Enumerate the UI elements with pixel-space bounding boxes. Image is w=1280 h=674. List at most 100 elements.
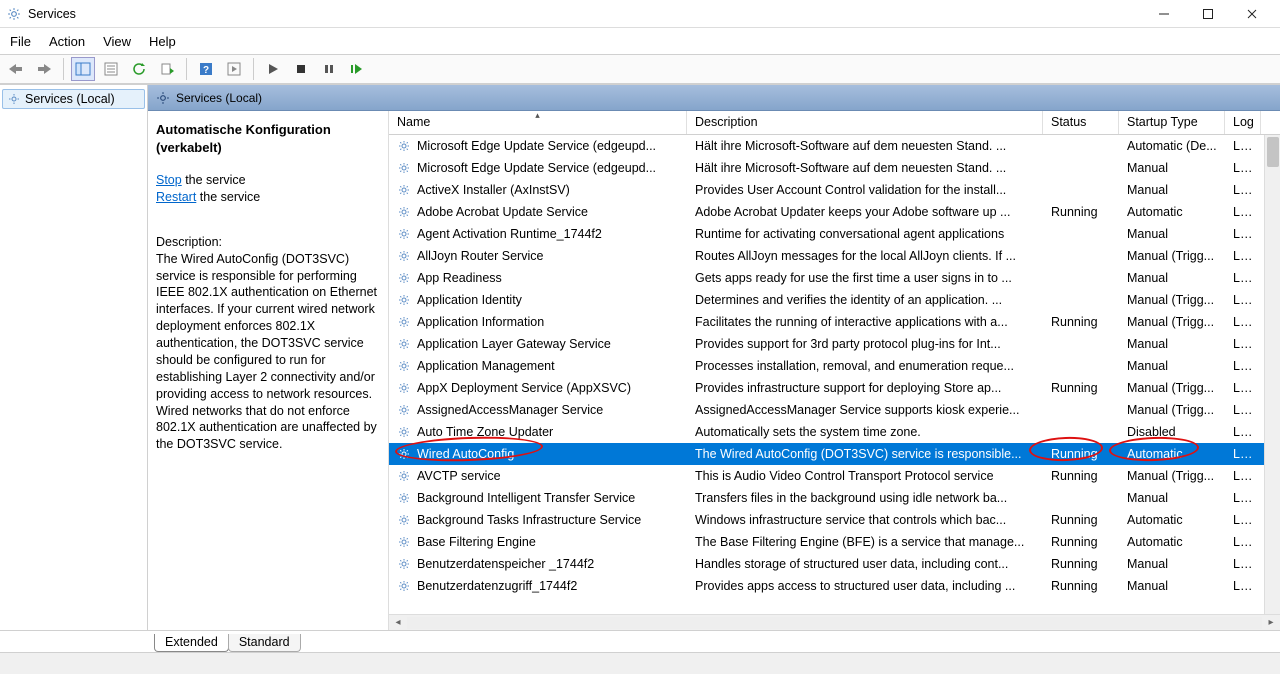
table-row[interactable]: AssignedAccessManager ServiceAssignedAcc… [389,399,1264,421]
table-row[interactable]: Adobe Acrobat Update ServiceAdobe Acroba… [389,201,1264,223]
nav-forward-button[interactable] [32,57,56,81]
table-row[interactable]: Background Intelligent Transfer Service T… [389,487,1264,509]
play-button[interactable] [261,57,285,81]
service-startup-type: Manual [1119,491,1225,505]
service-description: Provides support for 3rd party protocol … [687,337,1043,351]
service-name: Benutzerdatenzugriff_1744f2 [417,579,577,593]
table-row[interactable]: AllJoyn Router ServiceRoutes AllJoyn mes… [389,245,1264,267]
gear-icon [397,425,411,439]
col-description[interactable]: Description [687,111,1043,134]
properties-button[interactable] [99,57,123,81]
service-name: AppX Deployment Service (AppXSVC) [417,381,631,395]
tree-services-local[interactable]: Services (Local) [2,89,145,109]
gear-icon [397,337,411,351]
restart-link[interactable]: Restart [156,190,196,204]
service-logon: Loc [1225,491,1261,505]
titlebar: Services [0,0,1280,28]
service-description: Transfers files in the background using … [687,491,1043,505]
service-status: Running [1043,315,1119,329]
gear-icon [397,271,411,285]
service-description: Handles storage of structured user data,… [687,557,1043,571]
stop-button[interactable] [289,57,313,81]
service-status: Running [1043,579,1119,593]
toolbar-generic-button[interactable] [222,57,246,81]
stop-suffix: the service [182,173,246,187]
service-status: Running [1043,381,1119,395]
service-name: Benutzerdatenspeicher _1744f2 [417,557,594,571]
gear-icon [397,249,411,263]
gear-icon [397,381,411,395]
service-status: Running [1043,557,1119,571]
table-row[interactable]: Application ManagementProcesses installa… [389,355,1264,377]
gear-icon [397,447,411,461]
col-status[interactable]: Status [1043,111,1119,134]
refresh-button[interactable] [127,57,151,81]
stop-line: Stop the service [156,172,380,189]
service-name: AssignedAccessManager Service [417,403,603,417]
restart-line: Restart the service [156,189,380,206]
table-row[interactable]: Background Tasks Infrastructure ServiceW… [389,509,1264,531]
gear-icon [397,161,411,175]
table-row[interactable]: App ReadinessGets apps ready for use the… [389,267,1264,289]
tree-root-label: Services (Local) [25,92,115,106]
gear-icon [397,139,411,153]
table-row[interactable]: AVCTP serviceThis is Audio Video Control… [389,465,1264,487]
menu-view[interactable]: View [103,34,131,49]
vertical-scrollbar[interactable] [1264,135,1280,614]
export-button[interactable] [155,57,179,81]
service-name: Application Identity [417,293,522,307]
table-row[interactable]: Microsoft Edge Update Service (edgeupd..… [389,157,1264,179]
col-startup-type[interactable]: Startup Type [1119,111,1225,134]
table-row[interactable]: Application InformationFacilitates the r… [389,311,1264,333]
scroll-right-icon[interactable]: ▸ [1264,616,1278,630]
nav-back-button[interactable] [4,57,28,81]
table-row[interactable]: Wired AutoConfigThe Wired AutoConfig (DO… [389,443,1264,465]
pause-button[interactable] [317,57,341,81]
table-row[interactable]: Application IdentityDetermines and verif… [389,289,1264,311]
tab-standard[interactable]: Standard [228,634,301,652]
toolbar: ? [0,54,1280,84]
maximize-button[interactable] [1186,0,1230,28]
table-row[interactable]: Microsoft Edge Update Service (edgeupd..… [389,135,1264,157]
service-name: Microsoft Edge Update Service (edgeupd..… [417,161,656,175]
service-logon: Loc [1225,359,1261,373]
service-logon: Loc [1225,469,1261,483]
table-row[interactable]: Benutzerdatenzugriff_1744f2Provides apps… [389,575,1264,597]
gear-icon [397,513,411,527]
service-status: Running [1043,447,1119,461]
col-logon[interactable]: Log [1225,111,1261,134]
gear-icon [397,227,411,241]
toolbar-divider [63,58,64,80]
show-hide-tree-button[interactable] [71,57,95,81]
menu-file[interactable]: File [10,34,31,49]
stop-link[interactable]: Stop [156,173,182,187]
table-row[interactable]: Application Layer Gateway ServiceProvide… [389,333,1264,355]
service-name: Background Intelligent Transfer Service [417,491,635,505]
col-name[interactable]: Name▴ [389,111,687,134]
tab-extended[interactable]: Extended [154,634,229,652]
gear-icon [397,403,411,417]
restart-button[interactable] [345,57,369,81]
table-row[interactable]: ActiveX Installer (AxInstSV)Provides Use… [389,179,1264,201]
minimize-button[interactable] [1142,0,1186,28]
service-description: Gets apps ready for use the first time a… [687,271,1043,285]
horizontal-scrollbar[interactable]: ◂ ▸ [389,614,1280,630]
gear-icon [397,183,411,197]
table-row[interactable]: Benutzerdatenspeicher _1744f2 Handles sto… [389,553,1264,575]
table-row[interactable]: AppX Deployment Service (AppXSVC)Provide… [389,377,1264,399]
service-logon: Loc [1225,315,1261,329]
scroll-left-icon[interactable]: ◂ [391,616,405,630]
service-logon: Loc [1225,579,1261,593]
menu-action[interactable]: Action [49,34,85,49]
table-row[interactable]: Auto Time Zone UpdaterAutomatically sets… [389,421,1264,443]
help-button[interactable]: ? [194,57,218,81]
table-row[interactable]: Base Filtering EngineThe Base Filtering … [389,531,1264,553]
service-startup-type: Manual [1119,271,1225,285]
menu-help[interactable]: Help [149,34,176,49]
close-button[interactable] [1230,0,1274,28]
service-description: Adobe Acrobat Updater keeps your Adobe s… [687,205,1043,219]
table-row[interactable]: Agent Activation Runtime_1744f2Runtime f… [389,223,1264,245]
gear-icon [397,293,411,307]
sort-caret-icon: ▴ [535,111,540,121]
gear-icon [397,579,411,593]
